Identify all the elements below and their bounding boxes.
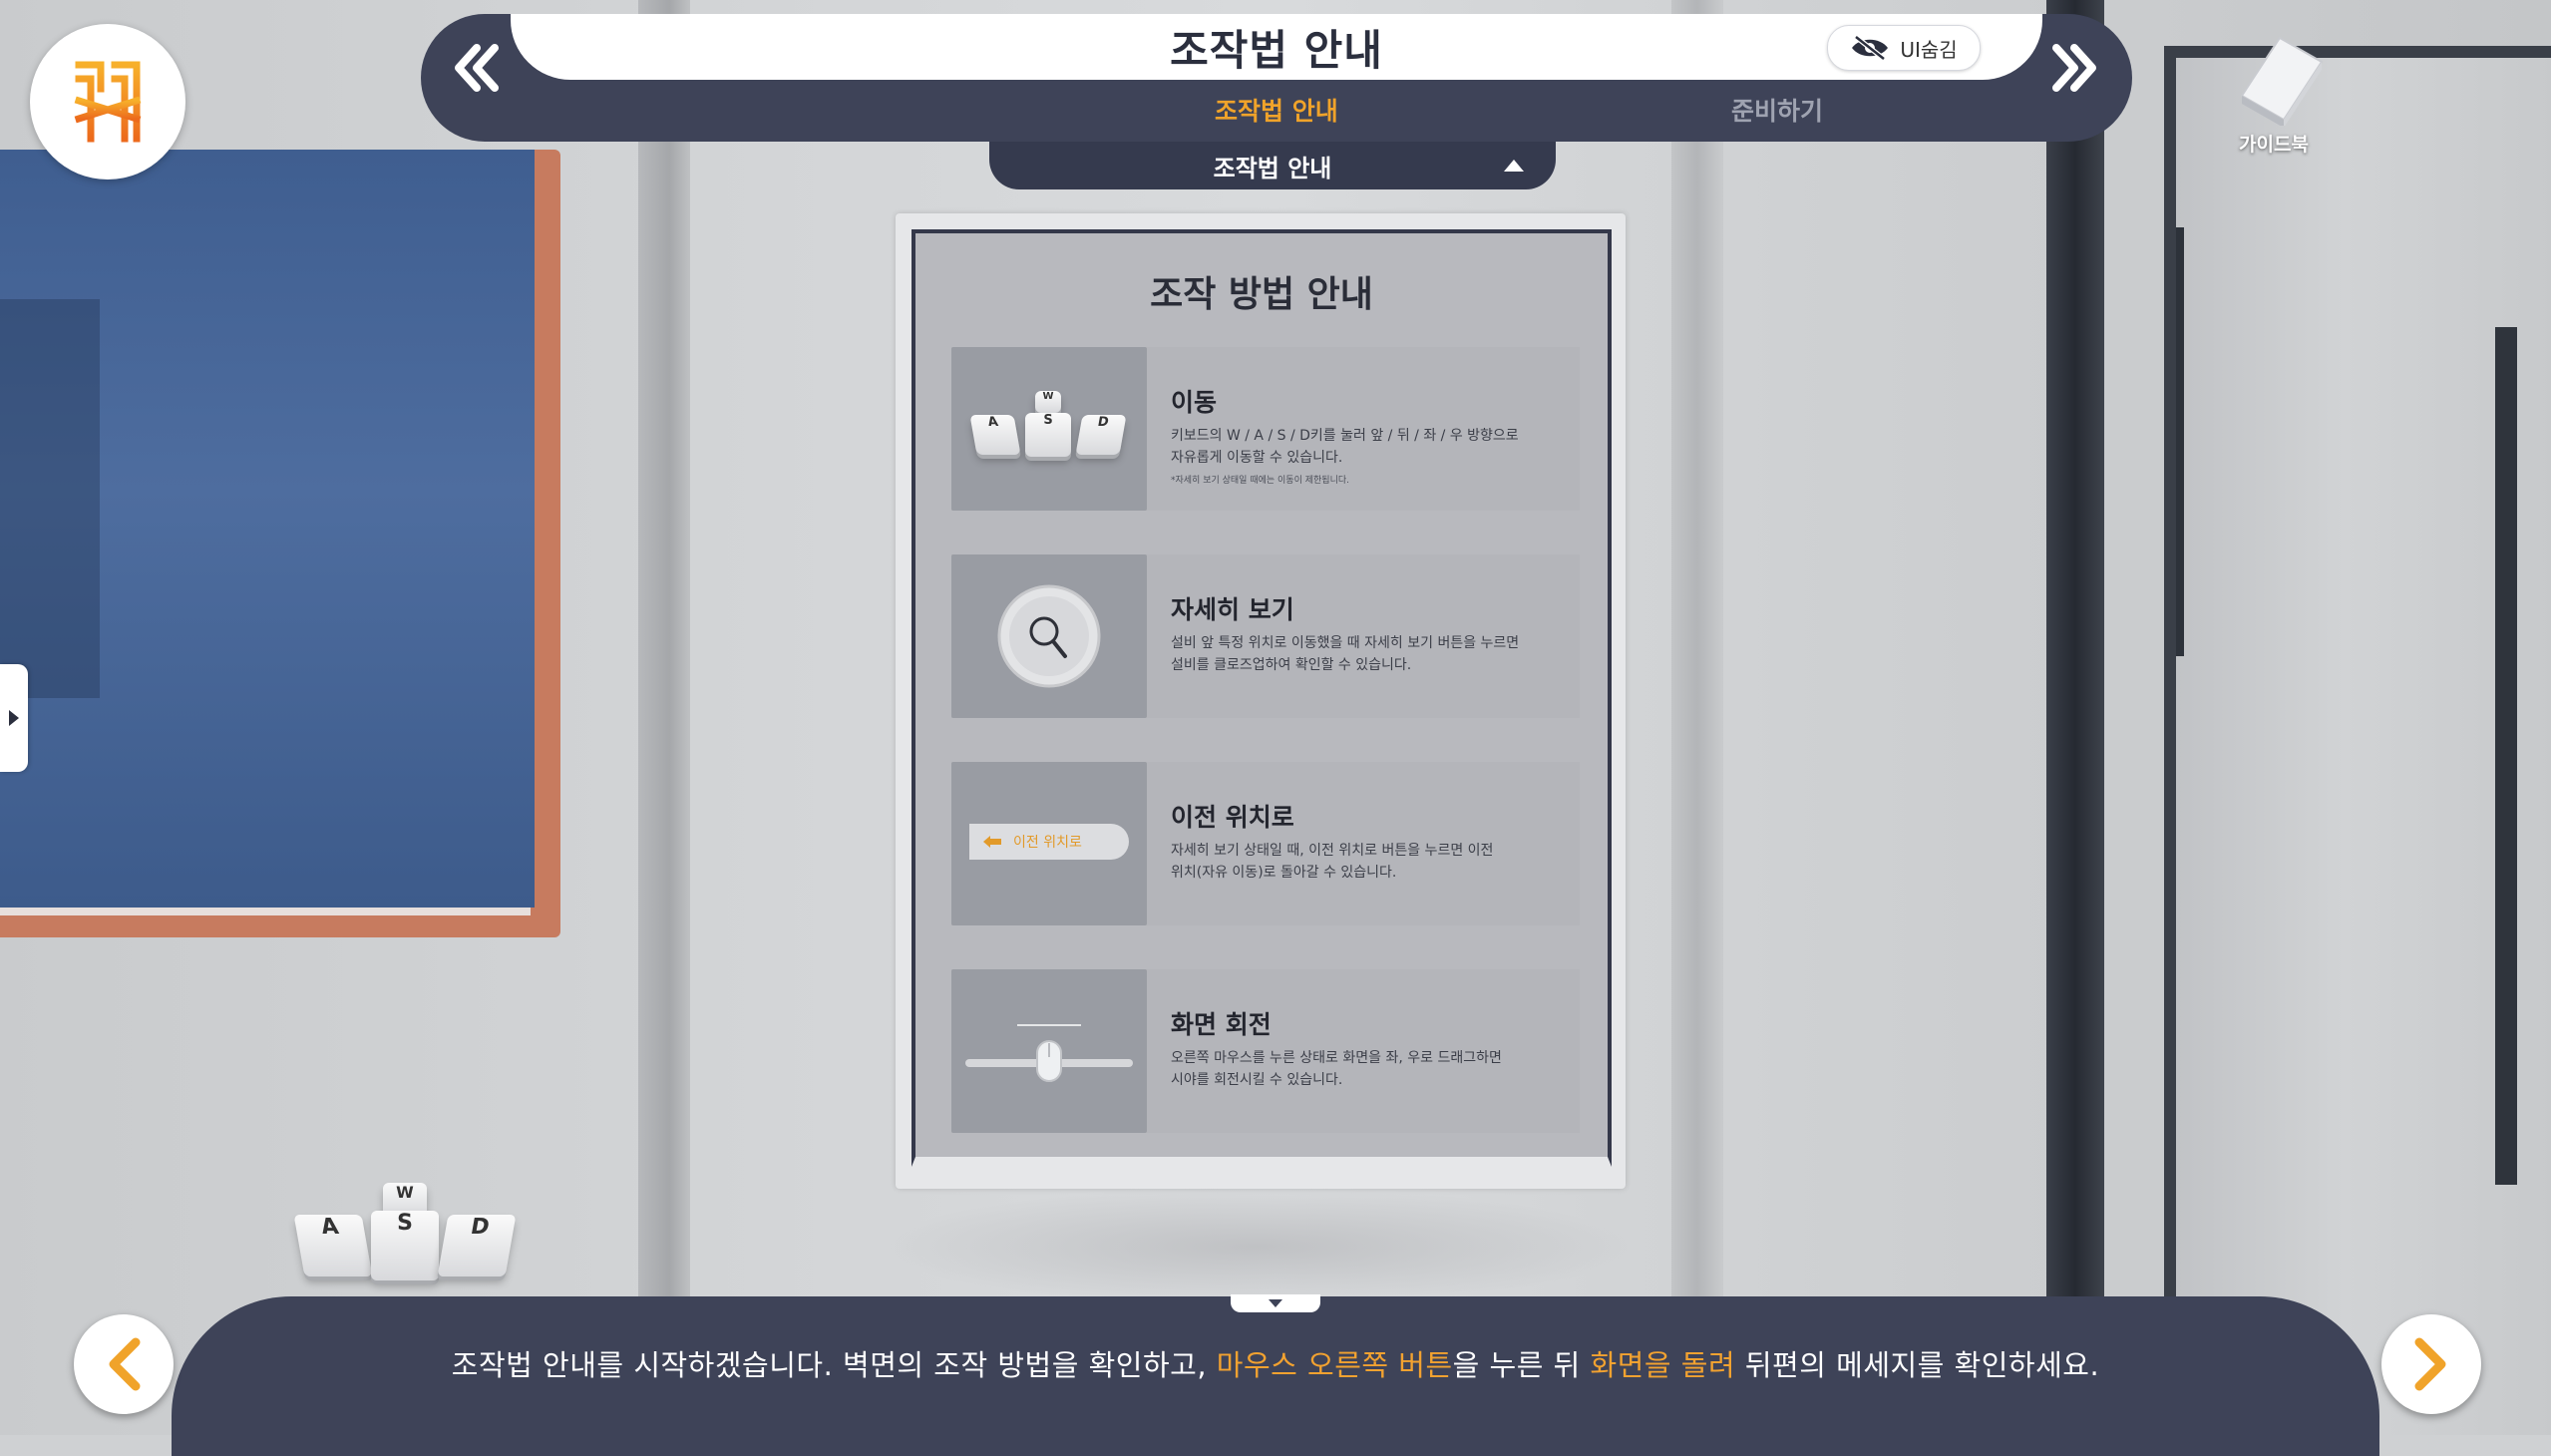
- item-title: 이전 위치로: [1171, 803, 1294, 832]
- key-label: D: [1096, 415, 1110, 430]
- key-label: A: [319, 1215, 341, 1240]
- desc-line: 시야를 회전시킬 수 있습니다.: [1171, 1072, 1343, 1088]
- key-w: W: [1035, 391, 1061, 413]
- back-arrow-icon: 이전 위치로: [951, 762, 1147, 925]
- key-a: A: [969, 415, 1021, 455]
- item-title: 자세히 보기: [1171, 595, 1294, 624]
- dialog-message: 조작법 안내를 시작하겠습니다. 벽면의 조작 방법을 확인하고, 마우스 오른…: [172, 1342, 2379, 1384]
- door: [2164, 46, 2551, 1435]
- key-s: S: [1025, 413, 1071, 457]
- book-icon: [2240, 36, 2324, 128]
- sample-button-label: 이전 위치로: [1013, 835, 1082, 851]
- dialog-highlight: 마우스 오른쪽 버튼: [1216, 1348, 1453, 1382]
- item-description: 키보드의 W / A / S / D키를 눌러 앞 / 뒤 / 좌 / 우 방향…: [1171, 425, 1570, 469]
- key-d: D: [1075, 415, 1127, 455]
- door-jamb: [2046, 0, 2104, 1435]
- prev-position-sample-button: 이전 위치로: [969, 824, 1129, 860]
- caret-right-icon: [9, 710, 19, 726]
- section-dropdown[interactable]: 조작법 안내: [989, 142, 1556, 189]
- tab-preparation[interactable]: 준비하기: [1731, 92, 1823, 128]
- desc-line: 자유롭게 이동할 수 있습니다.: [1171, 450, 1343, 466]
- wall-pillar: [638, 0, 690, 1435]
- ui-hide-label: UI숨김: [1900, 37, 1958, 62]
- logo-mark: [74, 61, 142, 143]
- desc-line: 오른쪽 마우스를 누른 상태로 화면을 좌, 우로 드래그하면: [1171, 1050, 1502, 1066]
- scene-key-d: D: [437, 1215, 517, 1276]
- key-label: W: [1042, 391, 1054, 402]
- guidebook-label: 가이드북: [2239, 134, 2309, 156]
- dialog-expand-toggle[interactable]: [1231, 1294, 1320, 1312]
- key-label: S: [1043, 413, 1053, 428]
- desc-line: 위치(자유 이동)로 돌아갈 수 있습니다.: [1171, 865, 1397, 881]
- key-label: W: [396, 1183, 414, 1202]
- mouse-drag-icon: [951, 969, 1147, 1133]
- arrow-left-icon: [983, 836, 1001, 848]
- eye-slash-icon: [1852, 35, 1889, 61]
- prev-step-button[interactable]: [451, 42, 503, 94]
- dialog-text: 을 누른 뒤: [1452, 1348, 1591, 1382]
- dialog-text: 뒤편의 메세지를 확인하세요.: [1735, 1348, 2100, 1382]
- item-description: 자세히 보기 상태일 때, 이전 위치로 버튼을 누르면 이전 위치(자유 이동…: [1171, 840, 1570, 884]
- page-title: 조작법 안내: [1170, 25, 1383, 75]
- scene-key-a: A: [293, 1215, 373, 1276]
- double-chevron-right-icon: [2052, 44, 2096, 92]
- page-title-bar: 조작법 안내: [511, 14, 2042, 80]
- item-title: 이동: [1171, 388, 1218, 417]
- dialog-prev-button[interactable]: [74, 1314, 174, 1414]
- poster-item-detail: 자세히 보기 설비 앞 특정 위치로 이동했을 때 자세히 보기 버튼을 누르면…: [951, 554, 1580, 718]
- key-label: D: [468, 1215, 492, 1240]
- window-shadow: [0, 299, 100, 698]
- dialog-next-button[interactable]: [2381, 1314, 2481, 1414]
- window-ledge: [0, 908, 531, 915]
- dialog-text: 조작법 안내를 시작하겠습니다. 벽면의 조작 방법을 확인하고,: [451, 1348, 1217, 1382]
- caret-down-icon: [1269, 1299, 1282, 1307]
- double-chevron-left-icon: [455, 44, 499, 92]
- desc-line: 설비를 클로즈업하여 확인할 수 있습니다.: [1171, 657, 1412, 673]
- item-description: 오른쪽 마우스를 누른 상태로 화면을 좌, 우로 드래그하면 시야를 회전시킬…: [1171, 1047, 1570, 1091]
- caret-up-icon: [1504, 160, 1524, 172]
- guidebook-button[interactable]: 가이드북: [2214, 30, 2334, 170]
- scene-key-s: S: [371, 1211, 439, 1280]
- magnifier-icon: [951, 554, 1147, 718]
- next-step-button[interactable]: [2048, 42, 2100, 94]
- poster-item-move: W A S D 이동 키보드의 W / A / S / D키를 눌러 앞 / 뒤…: [951, 347, 1580, 511]
- ui-hide-button[interactable]: UI숨김: [1827, 25, 1981, 71]
- key-label: A: [986, 415, 1000, 430]
- key-label: S: [397, 1211, 413, 1236]
- item-title: 화면 회전: [1171, 1010, 1272, 1039]
- poster-title: 조작 방법 안내: [1150, 274, 1373, 315]
- app-logo[interactable]: [30, 24, 185, 180]
- wasd-keys-icon: W A S D: [951, 347, 1147, 511]
- chevron-left-icon: [109, 1337, 141, 1391]
- wall-pillar: [1671, 0, 1723, 1435]
- chevron-right-icon: [2414, 1337, 2446, 1391]
- dropdown-label: 조작법 안내: [1213, 154, 1332, 182]
- item-note: *자세히 보기 상태일 때에는 이동이 제한됩니다.: [1171, 476, 1349, 486]
- floor-shadow: [878, 1187, 1636, 1306]
- tab-controls-guide[interactable]: 조작법 안내: [1215, 92, 1338, 128]
- desc-line: 자세히 보기 상태일 때, 이전 위치로 버튼을 누르면 이전: [1171, 843, 1494, 859]
- desc-line: 설비 앞 특정 위치로 이동했을 때 자세히 보기 버튼을 누르면: [1171, 635, 1520, 651]
- dialog-highlight: 화면을 돌려: [1590, 1348, 1736, 1382]
- side-panel-toggle[interactable]: [0, 664, 28, 772]
- poster-item-rotate: 화면 회전 오른쪽 마우스를 누른 상태로 화면을 좌, 우로 드래그하면 시야…: [951, 969, 1580, 1133]
- desc-line: 키보드의 W / A / S / D키를 눌러 앞 / 뒤 / 좌 / 우 방향…: [1171, 428, 1519, 444]
- item-description: 설비 앞 특정 위치로 이동했을 때 자세히 보기 버튼을 누르면 설비를 클로…: [1171, 632, 1570, 676]
- poster-item-back: 이전 위치로 이전 위치로 자세히 보기 상태일 때, 이전 위치로 버튼을 누…: [951, 762, 1580, 925]
- controls-poster: 조작 방법 안내 W A S D 이동 키보드의 W / A / S / D키를…: [911, 229, 1612, 1167]
